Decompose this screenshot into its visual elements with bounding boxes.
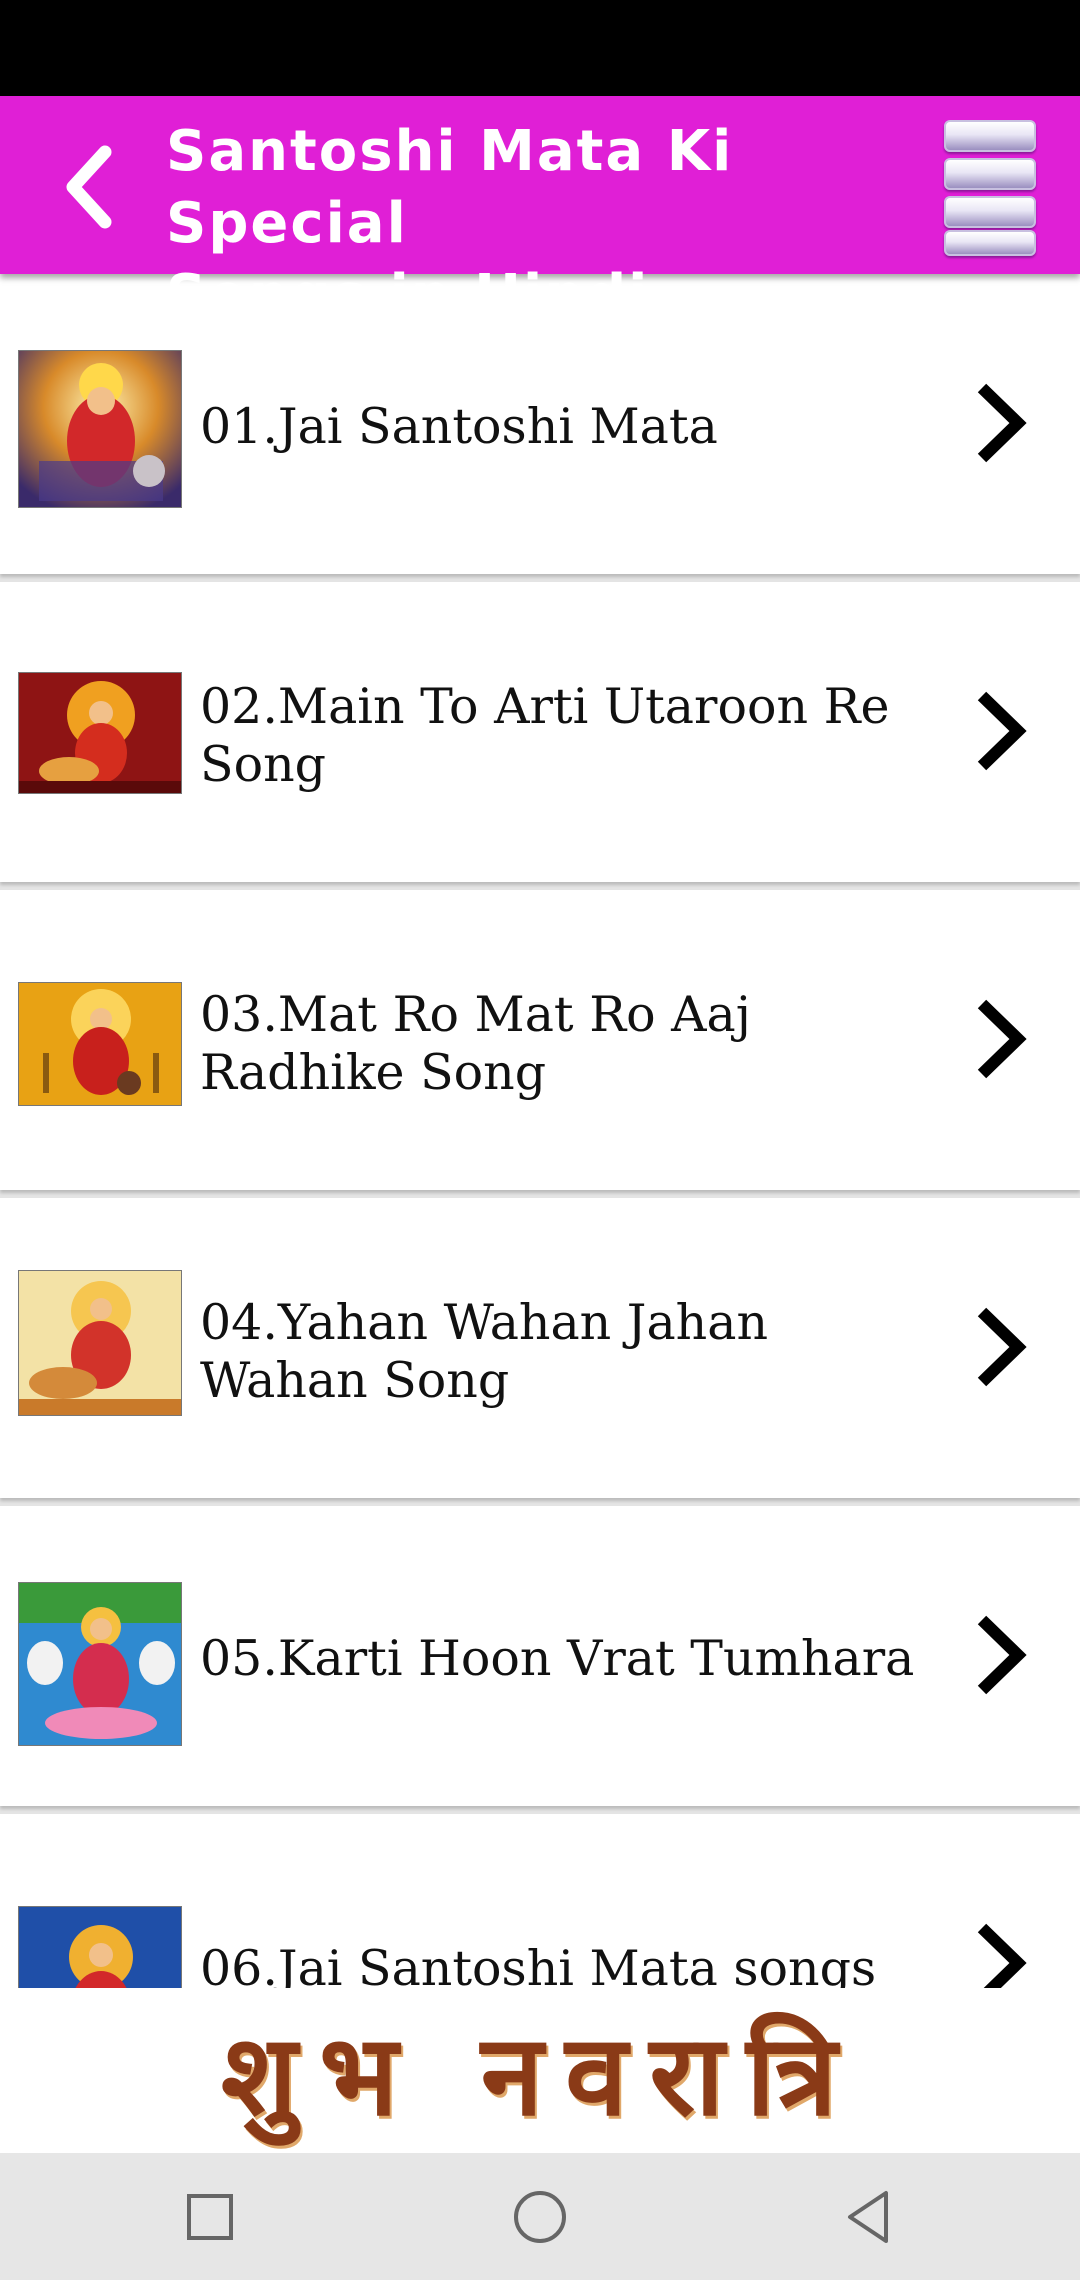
chevron-right-icon[interactable] (966, 1610, 1036, 1700)
banner-text: शुभ नवरात्रि (221, 2010, 859, 2141)
list-item[interactable]: 05.Karti Hoon Vrat Tumhara (0, 1506, 1080, 1806)
list-item[interactable]: 06.Jai Santoshi Mata songs (0, 1814, 1080, 1988)
circle-icon (514, 2191, 566, 2243)
menu-bar (944, 196, 1036, 228)
status-bar (0, 0, 1080, 96)
thumbnail (18, 672, 182, 794)
thumbnail (18, 1906, 182, 1988)
chevron-right-icon[interactable] (966, 1302, 1036, 1392)
thumbnail (18, 1270, 182, 1416)
thumbnail (18, 350, 182, 508)
ad-banner[interactable]: शुभ नवरात्रि (0, 1988, 1080, 2153)
home-button[interactable] (498, 2175, 582, 2259)
menu-bar (944, 230, 1036, 256)
song-title: 04.Yahan Wahan Jahan Wahan Song (200, 1294, 768, 1409)
chevron-right-icon[interactable] (966, 994, 1036, 1084)
back-nav-button[interactable] (826, 2175, 910, 2259)
chevron-left-icon (66, 145, 112, 229)
app-bar: Santoshi Mata Ki Special Songs in Hindi (0, 96, 1080, 328)
menu-bar (944, 120, 1036, 152)
list-item[interactable]: 04.Yahan Wahan Jahan Wahan Song (0, 1198, 1080, 1498)
triangle-back-icon (848, 2191, 888, 2243)
list-item[interactable]: 02.Main To Arti Utaroon Re Song (0, 582, 1080, 882)
chevron-right-icon[interactable] (966, 686, 1036, 776)
song-title: 01.Jai Santoshi Mata (200, 398, 718, 455)
song-title: 02.Main To Arti Utaroon Re Song (200, 678, 890, 793)
recents-button[interactable] (168, 2175, 252, 2259)
song-title: 05.Karti Hoon Vrat Tumhara (200, 1630, 915, 1687)
title-line-2: Songs in Hindi (166, 263, 650, 328)
list-item[interactable]: 03.Mat Ro Mat Ro Aaj Radhike Song (0, 890, 1080, 1190)
square-icon (187, 2194, 233, 2240)
song-title: 06.Jai Santoshi Mata songs (200, 1940, 877, 1988)
chevron-right-icon[interactable] (966, 378, 1036, 468)
song-title: 03.Mat Ro Mat Ro Aaj Radhike Song (200, 986, 751, 1101)
title-line-1: Santoshi Mata Ki Special (166, 119, 734, 256)
thumbnail (18, 1582, 182, 1746)
menu-button[interactable] (940, 116, 1040, 256)
chevron-right-icon[interactable] (966, 1918, 1036, 1988)
back-button[interactable] (44, 132, 134, 242)
system-navigation-bar (0, 2153, 1080, 2280)
menu-bar (944, 158, 1036, 190)
page-title: Santoshi Mata Ki Special Songs in Hindi (166, 116, 866, 332)
song-list[interactable]: 01.Jai Santoshi Mata 02.Main To Arti Uta… (0, 274, 1080, 1988)
thumbnail (18, 982, 182, 1106)
